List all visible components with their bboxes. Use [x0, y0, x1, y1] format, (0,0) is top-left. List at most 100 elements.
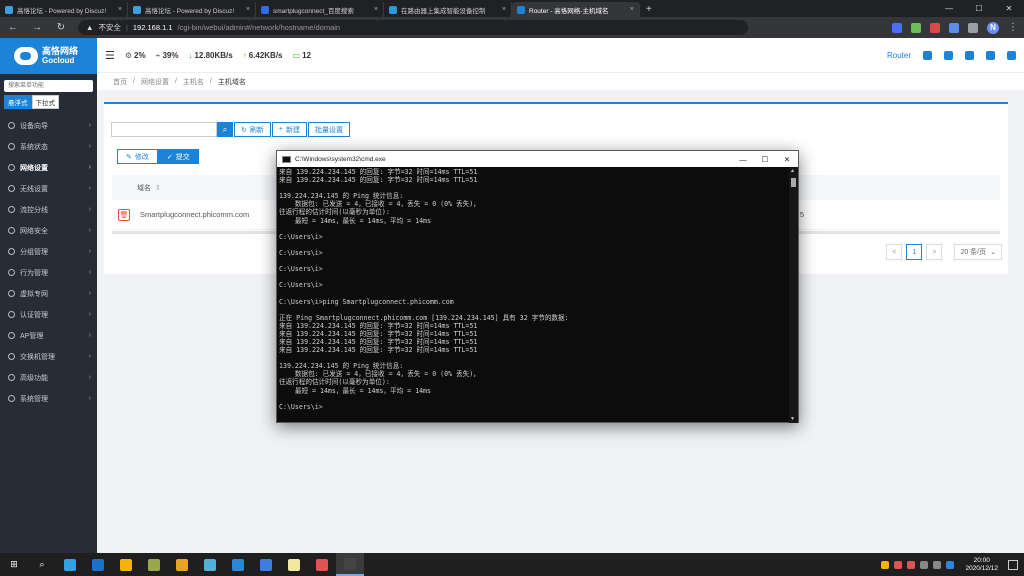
sidebar-item[interactable]: 网络安全 › [0, 220, 97, 241]
browser-tab[interactable]: smartplugconnect_百度搜索 × [256, 2, 384, 17]
scroll-up-icon[interactable]: ▲ [790, 168, 795, 174]
tray-network-icon[interactable] [920, 560, 929, 569]
taskbar-bird-icon[interactable] [252, 553, 280, 576]
tray-app-icon[interactable] [907, 560, 916, 569]
edit-button[interactable]: ✎ 修改 [117, 149, 158, 164]
cloud-icon[interactable] [965, 50, 974, 60]
tray-volume-icon[interactable] [933, 560, 942, 569]
sidebar-item[interactable]: 流控分线 › [0, 199, 97, 220]
scroll-thumb[interactable] [791, 178, 796, 187]
browser-tab[interactable]: 在路由器上集成智能设备控制 × [384, 2, 512, 17]
sidebar-item[interactable]: 认证管理 › [0, 304, 97, 325]
back-icon[interactable]: ← [6, 22, 20, 33]
tab-close-icon[interactable]: × [374, 6, 378, 13]
cmd-scrollbar[interactable]: ▲ ▼ [789, 167, 798, 423]
sidebar-item[interactable]: AP管理 › [0, 325, 97, 346]
menu-search-input[interactable] [4, 80, 93, 92]
add-button[interactable]: + 新建 [271, 122, 307, 137]
cmd-window[interactable]: C:\Windows\system32\cmd.exe — ☐ ✕ 来自 139… [276, 150, 799, 423]
mode-tab-float[interactable]: 悬浮式 [4, 95, 32, 109]
check-extension-icon[interactable] [949, 22, 959, 33]
sidebar-item[interactable]: 虚拟专网 › [0, 283, 97, 304]
maximize-icon[interactable]: ☐ [964, 0, 994, 17]
shirt-icon[interactable] [923, 50, 932, 60]
sidebar-item[interactable]: 系统状态 › [0, 136, 97, 157]
page-1-button[interactable]: 1 [906, 244, 923, 260]
delete-icon[interactable]: 🗑 [118, 208, 130, 221]
tab-close-icon[interactable]: × [502, 6, 506, 13]
green-extension-icon[interactable] [911, 22, 921, 33]
refresh-button[interactable]: ↻ 刷新 [234, 122, 271, 137]
sidebar-item[interactable]: 高级功能 › [0, 367, 97, 388]
sidebar-item[interactable]: 分组管理 › [0, 241, 97, 262]
filter-input[interactable] [111, 122, 217, 137]
browser-tab[interactable]: 高恪论坛 - Powered by Discuz! × [128, 2, 256, 17]
cmd-close-icon[interactable]: ✕ [776, 155, 798, 164]
tray-red-icon[interactable] [894, 560, 903, 569]
new-tab-button[interactable]: + [640, 2, 658, 17]
close-icon[interactable]: ✕ [994, 0, 1024, 17]
tray-im-icon[interactable] [946, 560, 955, 569]
notification-icon[interactable] [1008, 559, 1018, 570]
taskbar-cmd-icon[interactable] [336, 553, 364, 576]
submit-button[interactable]: ✓ 提交 [157, 149, 199, 164]
mode-tab-dropdown[interactable]: 下拉式 [31, 95, 59, 109]
breadcrumb-network[interactable]: 网络设置 [141, 77, 169, 87]
cmd-title-bar[interactable]: C:\Windows\system32\cmd.exe — ☐ ✕ [277, 151, 798, 167]
sidebar-item[interactable]: 交换机管理 › [0, 346, 97, 367]
user-icon[interactable] [1007, 50, 1016, 60]
reload-icon[interactable]: ↻ [54, 22, 68, 33]
search-icon[interactable]: ⌕ [217, 122, 233, 137]
taskbar-photo-icon[interactable] [196, 553, 224, 576]
sidebar-item[interactable]: 系统管理 › [0, 388, 97, 409]
taskbar-scan-icon[interactable] [280, 553, 308, 576]
cmd-maximize-icon[interactable]: ☐ [754, 155, 776, 164]
sidebar-item[interactable]: 网络设置 › [0, 157, 97, 178]
globe-icon[interactable] [944, 50, 953, 60]
tab-close-icon[interactable]: × [246, 6, 250, 13]
tray-shield-icon[interactable] [881, 560, 890, 569]
taskbar-shield-icon[interactable] [112, 553, 140, 576]
browser-tab[interactable]: Router - 高恪网络-主机域名 × [512, 2, 640, 17]
browser-tab[interactable]: 高恪论坛 - Powered by Discuz! × [0, 2, 128, 17]
breadcrumb-hostname[interactable]: 主机名 [183, 77, 204, 87]
breadcrumb-home[interactable]: 首页 [113, 77, 127, 87]
sort-icon[interactable]: ⇕ [155, 184, 161, 192]
red-extension-icon[interactable] [930, 22, 940, 33]
bar-extension-icon[interactable] [968, 22, 978, 33]
cmd-output[interactable]: 来自 139.224.234.145 的回复: 字节=32 时间=14ms TT… [279, 168, 789, 423]
scroll-down-icon[interactable]: ▼ [790, 416, 795, 422]
hamburger-icon[interactable]: ☰ [105, 49, 115, 62]
baidu-extension-icon[interactable] [892, 22, 902, 33]
domain-cell[interactable]: Smartplugconnect.phicomm.com [140, 210, 249, 219]
menu-dots-icon[interactable]: ⋮ [1008, 22, 1018, 33]
column-domain[interactable]: 域名 [137, 183, 151, 193]
tab-close-icon[interactable]: × [118, 6, 122, 13]
settings-icon[interactable] [986, 50, 995, 60]
router-label[interactable]: Router [887, 51, 911, 60]
prev-page-button[interactable]: < [886, 244, 903, 260]
taskbar-hp-icon[interactable] [84, 553, 112, 576]
taskbar-chrome-icon[interactable] [168, 553, 196, 576]
windows-start-icon[interactable]: ⊞ [0, 553, 28, 576]
taskbar-edge-icon[interactable] [56, 553, 84, 576]
forward-icon[interactable]: → [30, 22, 44, 33]
next-page-button[interactable]: > [926, 244, 943, 260]
profile-avatar[interactable]: N [987, 21, 999, 34]
sidebar-item[interactable]: 行为管理 › [0, 262, 97, 283]
cmd-minimize-icon[interactable]: — [732, 155, 754, 164]
sidebar-item-label: 网络设置 [20, 164, 48, 172]
page-size-select[interactable]: 20 条/页 ⌄ [954, 244, 1002, 260]
minimize-icon[interactable]: — [934, 0, 964, 17]
taskbar-plant-icon[interactable] [140, 553, 168, 576]
taskbar-vscode-icon[interactable] [224, 553, 252, 576]
tab-close-icon[interactable]: × [630, 6, 634, 13]
sidebar-item[interactable]: 设备向导 › [0, 115, 97, 136]
sidebar-item[interactable]: 无线设置 › [0, 178, 97, 199]
system-clock[interactable]: 20:00 2020/12/12 [965, 557, 998, 573]
url-field[interactable]: ▲ 不安全 | 192.168.1.1/cgi-bin/webui/admin#… [78, 20, 748, 35]
search-taskbar-icon[interactable]: ⌕ [28, 553, 56, 576]
taskbar-editor-icon[interactable] [308, 553, 336, 576]
batch-settings-button[interactable]: 批量设置 [307, 122, 350, 137]
menu-item-icon [8, 395, 15, 402]
